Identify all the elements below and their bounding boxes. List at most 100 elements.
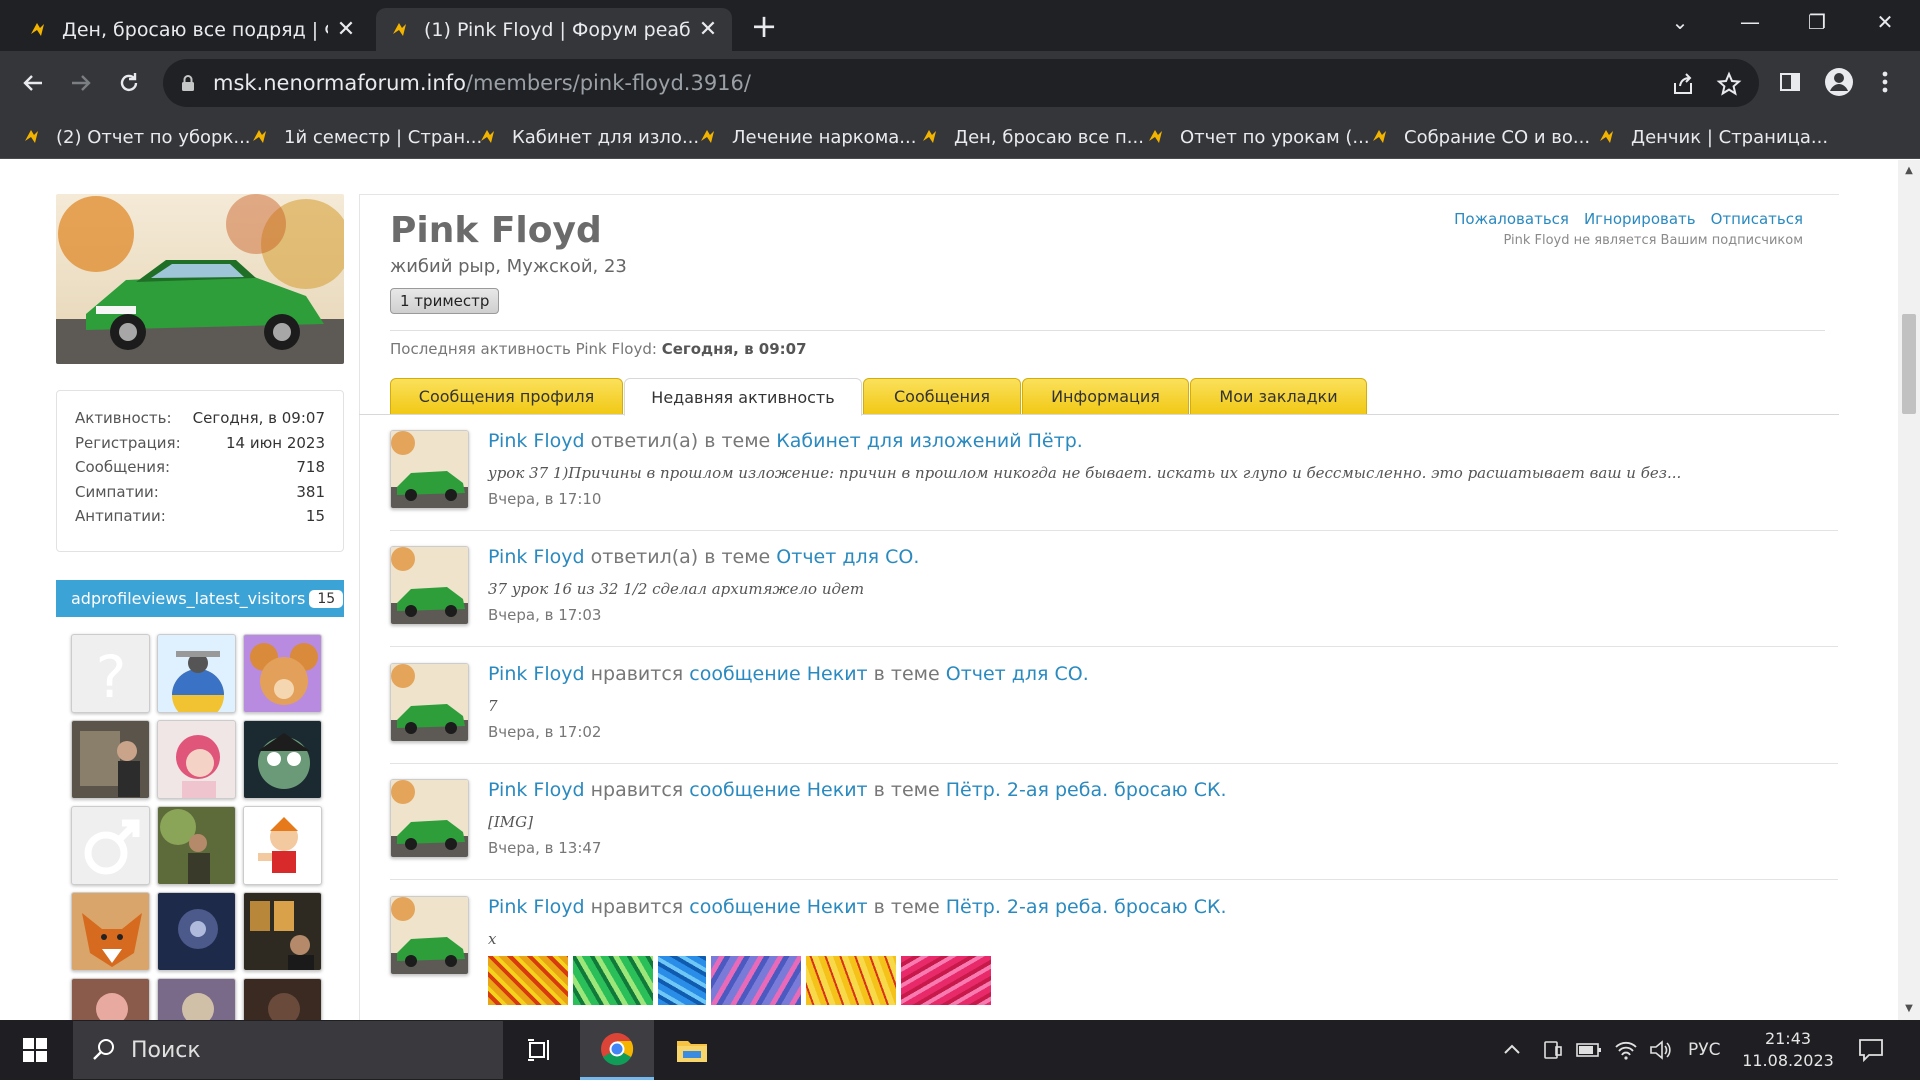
bookmark-item[interactable]: Денчик | Страница... — [1597, 122, 1828, 152]
restore-button[interactable]: ❐ — [1782, 0, 1852, 44]
pattern-thumb[interactable] — [658, 956, 706, 1005]
activity-thread-link[interactable]: Пётр. 2-ая реба. бросаю СК. — [946, 896, 1227, 918]
activity-time[interactable]: Вчера, в 17:03 — [488, 606, 601, 624]
task-view-button[interactable] — [510, 1020, 570, 1080]
activity-time[interactable]: Вчера, в 13:47 — [488, 839, 601, 857]
tab-bookmarks[interactable]: Мои закладки — [1190, 378, 1367, 414]
bookmark-item[interactable]: Ден, бросаю все п... — [920, 122, 1144, 152]
chrome-taskbar-button[interactable] — [580, 1020, 654, 1080]
visitor-avatar[interactable] — [243, 892, 322, 971]
activity-avatar[interactable] — [390, 430, 469, 509]
bookmark-star-icon[interactable] — [1716, 71, 1742, 97]
page-scrollbar[interactable]: ▲ ▼ — [1898, 160, 1920, 1020]
file-explorer-button[interactable] — [662, 1020, 722, 1080]
notification-center-icon[interactable] — [1858, 1020, 1884, 1080]
activity-object-link[interactable]: сообщение Некит — [689, 896, 867, 918]
bookmark-item[interactable]: Лечение наркома... — [698, 122, 916, 152]
unfollow-link[interactable]: Отписаться — [1711, 210, 1803, 228]
scroll-up-icon[interactable]: ▲ — [1903, 165, 1915, 177]
bookmark-item[interactable]: 1й семестр | Стран... — [250, 122, 482, 152]
close-window-button[interactable]: ✕ — [1850, 0, 1920, 44]
pattern-thumb[interactable] — [711, 956, 801, 1005]
tray-chevron-icon[interactable] — [1502, 1020, 1522, 1080]
start-button[interactable] — [0, 1020, 70, 1080]
pattern-thumb[interactable] — [806, 956, 896, 1005]
visitor-avatar[interactable] — [157, 806, 236, 885]
tab-close-icon[interactable]: ✕ — [336, 17, 356, 42]
activity-object-link[interactable]: сообщение Некит — [689, 663, 867, 685]
tab-close-icon[interactable]: ✕ — [698, 17, 718, 42]
activity-thread-link[interactable]: Пётр. 2-ая реба. бросаю СК. — [946, 779, 1227, 801]
visitor-avatar[interactable] — [243, 720, 322, 799]
activity-user-link[interactable]: Pink Floyd — [488, 896, 585, 918]
activity-time[interactable]: Вчера, в 17:02 — [488, 723, 601, 741]
url-text[interactable]: msk.nenormaforum.info/members/pink-floyd… — [213, 71, 751, 95]
bookmark-item[interactable]: (2) Отчет по уборк... — [22, 122, 251, 152]
visitor-avatar[interactable]: ? — [71, 634, 150, 713]
visitor-avatar[interactable] — [243, 978, 322, 1020]
tab-profile-posts[interactable]: Сообщения профиля — [390, 378, 623, 414]
side-panel-button[interactable] — [1773, 65, 1807, 99]
activity-avatar[interactable] — [390, 663, 469, 742]
pattern-thumb[interactable] — [901, 956, 991, 1005]
tray-volume-icon[interactable] — [1648, 1020, 1672, 1080]
new-tab-button[interactable]: + — [748, 10, 780, 42]
visitor-avatar[interactable] — [71, 892, 150, 971]
tab-messages[interactable]: Сообщения — [863, 378, 1021, 414]
ignore-link[interactable]: Игнорировать — [1584, 210, 1696, 228]
activity-avatar[interactable] — [390, 779, 469, 858]
report-link[interactable]: Пожаловаться — [1454, 210, 1569, 228]
visitor-avatar[interactable] — [71, 806, 150, 885]
menu-button[interactable] — [1868, 65, 1902, 99]
stat-value[interactable]: 381 — [296, 483, 325, 508]
activity-object-link[interactable]: сообщение Некит — [689, 779, 867, 801]
activity-user-link[interactable]: Pink Floyd — [488, 546, 585, 568]
profile-avatar-large[interactable] — [56, 194, 344, 364]
visitor-avatar[interactable] — [157, 720, 236, 799]
bookmark-item[interactable]: Кабинет для изло... — [478, 122, 699, 152]
tray-wifi-icon[interactable] — [1614, 1020, 1638, 1080]
scrollbar-thumb[interactable] — [1902, 314, 1916, 414]
visitor-avatar[interactable] — [71, 720, 150, 799]
bookmark-item[interactable]: Собрание СО и во... — [1370, 122, 1590, 152]
address-bar[interactable]: msk.nenormaforum.info/members/pink-floyd… — [163, 59, 1759, 107]
reload-button[interactable] — [111, 65, 147, 101]
visitor-avatar[interactable] — [243, 634, 322, 713]
activity-avatar[interactable] — [390, 546, 469, 625]
minimize-button[interactable]: — — [1715, 0, 1785, 44]
pattern-thumb[interactable] — [488, 956, 568, 1005]
activity-thread-link[interactable]: Кабинет для изложений Пётр. — [776, 430, 1083, 452]
tray-device-icon[interactable] — [1541, 1020, 1563, 1080]
browser-tab[interactable]: Ден, бросаю все подряд | Форум ✕ — [14, 8, 370, 51]
profile-button[interactable] — [1822, 65, 1856, 99]
visitor-avatar[interactable] — [157, 978, 236, 1020]
tab-search-icon[interactable]: ⌄ — [1645, 0, 1715, 44]
activity-user-link[interactable]: Pink Floyd — [488, 430, 585, 452]
activity-avatar[interactable] — [390, 896, 469, 975]
visitor-avatar[interactable] — [157, 634, 236, 713]
activity-thread-link[interactable]: Отчет для СО. — [776, 546, 919, 568]
browser-tab-active[interactable]: (1) Pink Floyd | Форум реабилит ✕ — [376, 8, 732, 51]
activity-user-link[interactable]: Pink Floyd — [488, 779, 585, 801]
back-button[interactable] — [15, 65, 51, 101]
activity-user-link[interactable]: Pink Floyd — [488, 663, 585, 685]
visitor-avatar[interactable] — [243, 806, 322, 885]
visitor-avatar[interactable] — [71, 978, 150, 1020]
tray-battery-icon[interactable] — [1576, 1020, 1602, 1080]
forward-button[interactable] — [63, 65, 99, 101]
taskbar-search[interactable]: Поиск — [73, 1021, 503, 1079]
tab-information[interactable]: Информация — [1022, 378, 1189, 414]
bookmark-item[interactable]: Отчет по урокам (... — [1146, 122, 1370, 152]
stat-value[interactable]: 718 — [296, 458, 325, 483]
stat-value[interactable]: 15 — [306, 507, 325, 532]
pattern-thumb[interactable] — [573, 956, 653, 1005]
input-language[interactable]: РУС — [1688, 1020, 1720, 1080]
lock-icon[interactable] — [179, 74, 197, 92]
scroll-down-icon[interactable]: ▼ — [1903, 1003, 1915, 1015]
activity-thread-link[interactable]: Отчет для СО. — [946, 663, 1089, 685]
activity-time[interactable]: Вчера, в 17:10 — [488, 490, 601, 508]
visitor-avatar[interactable] — [157, 892, 236, 971]
tab-recent-activity[interactable]: Недавняя активность — [624, 378, 862, 416]
taskbar-clock[interactable]: 21:43 11.08.2023 — [1718, 1028, 1858, 1072]
share-icon[interactable] — [1670, 71, 1696, 97]
